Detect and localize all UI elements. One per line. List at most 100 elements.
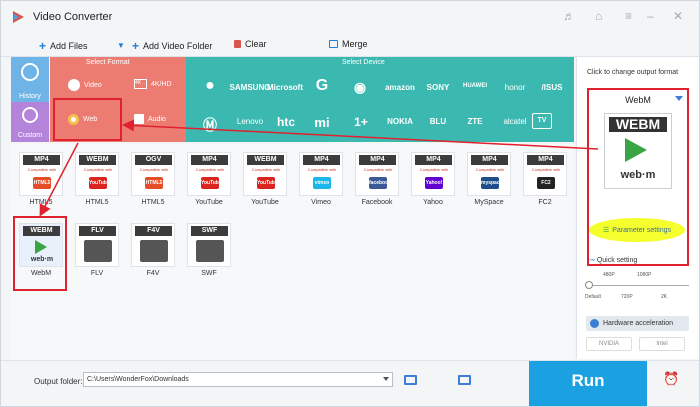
output-format-label: WebM <box>625 95 651 105</box>
film-icon <box>140 240 168 262</box>
tile-sub: Compatible with <box>251 167 281 172</box>
hardware-acceleration-button[interactable]: Hardware acceleration <box>586 316 689 331</box>
sliders-icon: ☰ <box>602 227 610 234</box>
audio-label: Audio <box>148 115 166 123</box>
cart-icon[interactable]: ⌂ <box>595 9 602 23</box>
minimize-button[interactable]: – <box>647 9 654 23</box>
tile-badge: WEBM <box>79 155 116 165</box>
video-category[interactable]: Video <box>68 79 102 91</box>
device-asus[interactable]: /ISUS <box>528 83 576 92</box>
output-folder-dropdown-icon[interactable] <box>383 377 389 381</box>
add-video-folder-button[interactable]: + Add Video Folder <box>132 39 212 53</box>
hardware-acceleration-label: Hardware acceleration <box>603 320 674 327</box>
tile-sub: Compatible with <box>195 167 225 172</box>
gear-icon <box>22 107 38 123</box>
slider-label-480p: 480P <box>603 272 615 278</box>
open-folder-icon[interactable] <box>404 375 417 385</box>
4k-icon: 4K <box>134 79 147 89</box>
output-folder-input[interactable]: C:\Users\WonderFox\Downloads <box>83 372 393 387</box>
parameter-settings-button[interactable]: ☰ Parameter settings <box>589 218 685 242</box>
tile-mp4-vimeo[interactable]: MP4 Compatible with vimeo Vimeo <box>296 149 346 211</box>
tile-sub: Compatible with <box>363 167 393 172</box>
tile-ogv-html5[interactable]: OGV Compatible with HTML5 HTML5 <box>128 149 178 211</box>
tile-name: Vimeo <box>311 199 331 206</box>
add-files-button[interactable]: + Add Files <box>39 39 88 53</box>
trash-icon <box>234 40 241 48</box>
toolbar: + Add Files ▼ + Add Video Folder Clear M… <box>1 35 699 57</box>
slider-label-default: Default <box>585 294 601 300</box>
merge-label: Merge <box>342 39 368 49</box>
quick-icon: ⊸ <box>589 257 597 264</box>
play-circle-icon <box>68 79 80 91</box>
output-folder-path: C:\Users\WonderFox\Downloads <box>87 376 189 383</box>
quality-slider-knob[interactable] <box>585 281 593 289</box>
close-button[interactable]: ✕ <box>673 9 683 23</box>
custom-tab[interactable]: Custom <box>11 102 49 142</box>
tile-webm-youtube[interactable]: WEBM Compatible with YouTube HTML5 <box>72 149 122 211</box>
tile-mp4-html5[interactable]: MP4 Compatible with HTML5 HTML5 <box>16 149 66 211</box>
tile-name: Facebook <box>361 199 393 206</box>
tile-sub: Compatible with <box>531 167 561 172</box>
tile-mp4-fc2[interactable]: MP4 Compatible with FC2 FC2 <box>520 149 570 211</box>
tile-mp4-facebook[interactable]: MP4 Compatible with facebook Facebook <box>352 149 402 211</box>
tile-mp4-youtube[interactable]: MP4 Compatible with YouTube YouTube <box>184 149 234 211</box>
tile-webm-youtube-2[interactable]: WEBM Compatible with YouTube YouTube <box>240 149 290 211</box>
tile-f4v[interactable]: F4V F4V <box>128 220 178 282</box>
parameter-settings-label: Parameter settings <box>612 226 672 234</box>
speaker-icon <box>134 114 144 124</box>
bottom-bar: Output folder: C:\Users\WonderFox\Downlo… <box>1 360 699 406</box>
history-icon <box>21 63 39 81</box>
tile-flv[interactable]: FLV FLV <box>72 220 122 282</box>
tile-name: Yahoo <box>423 199 443 206</box>
web-highlight-box <box>53 98 122 141</box>
tile-badge: WEBM <box>247 155 284 165</box>
myspace-icon: myspace <box>481 177 502 189</box>
tile-badge: OGV <box>135 155 172 165</box>
tile-badge: MP4 <box>359 155 396 165</box>
tile-mp4-yahoo[interactable]: MP4 Compatible with Yahoo! Yahoo <box>408 149 458 211</box>
audio-category[interactable]: Audio <box>134 114 166 124</box>
tile-badge: MP4 <box>527 155 564 165</box>
film-icon <box>196 240 224 262</box>
play-icon <box>625 138 647 162</box>
tile-mp4-myspace[interactable]: MP4 Compatible with myspace MySpace <box>464 149 514 211</box>
intel-option[interactable]: Intel <box>639 337 685 351</box>
app-title: Video Converter <box>33 11 113 23</box>
merge-button[interactable]: Merge <box>329 39 368 49</box>
skin-icon[interactable]: ♬ <box>563 9 575 23</box>
preview-folder-icon[interactable] <box>458 375 471 385</box>
tile-sub: Compatible with <box>83 167 113 172</box>
add-files-label: Add Files <box>50 41 88 51</box>
tile-badge: FLV <box>79 226 116 236</box>
tile-sub: Compatible with <box>419 167 449 172</box>
tile-swf[interactable]: SWF SWF <box>184 220 234 282</box>
tile-sub: Compatible with <box>475 167 505 172</box>
video-label: Video <box>84 81 102 89</box>
quality-slider-track[interactable] <box>589 285 689 286</box>
facebook-icon: facebook <box>369 177 391 189</box>
4khd-category[interactable]: 4K 4K/HD <box>134 79 172 89</box>
output-format-thumbnail: WEBM web·m <box>604 113 672 189</box>
youtube-icon: YouTube <box>89 177 110 189</box>
tile-sub: Compatible with <box>139 167 169 172</box>
slider-label-2k: 2K <box>661 294 668 300</box>
tile-name: YouTube <box>195 199 223 206</box>
clear-button[interactable]: Clear <box>234 39 267 49</box>
slider-label-1080p: 1080P <box>637 272 652 278</box>
app-logo-icon <box>13 11 24 23</box>
tile-name: SWF <box>201 270 217 277</box>
menu-icon[interactable]: ≡ <box>625 9 632 23</box>
plus-icon: + <box>39 39 47 53</box>
tile-badge: MP4 <box>191 155 228 165</box>
alarm-clock-icon[interactable]: ⏰ <box>663 371 679 387</box>
app-window: Video Converter ♬ ⌂ ≡ – ✕ + Add Files ▼ … <box>0 0 700 407</box>
history-label: History <box>19 93 41 100</box>
add-files-dropdown-icon[interactable]: ▼ <box>117 41 125 50</box>
tile-sub: Compatible with <box>307 167 337 172</box>
history-tab[interactable]: History <box>11 57 49 103</box>
output-settings-panel: Click to change output format WebM WEBM … <box>576 57 699 359</box>
nvidia-option[interactable]: NVIDIA <box>586 337 632 351</box>
device-tv[interactable]: TV <box>532 113 552 129</box>
chip-icon <box>590 319 599 328</box>
run-button[interactable]: Run <box>529 361 647 406</box>
